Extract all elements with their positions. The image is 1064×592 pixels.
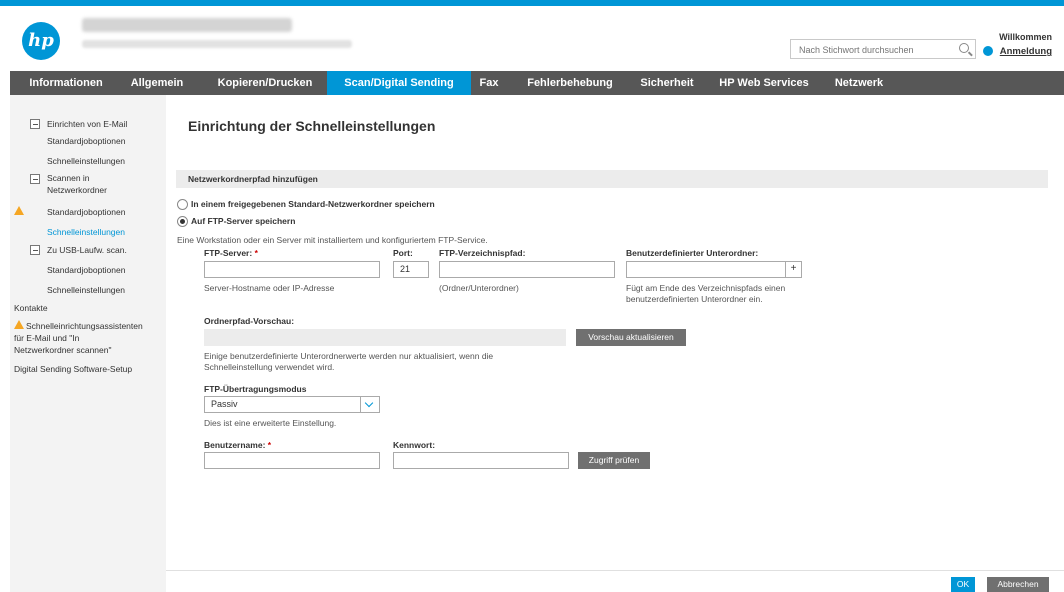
radio-ftp-server-label[interactable]: Auf FTP-Server speichern bbox=[191, 216, 295, 226]
ftp-server-field[interactable] bbox=[204, 261, 380, 278]
subfolder-hint-line2: benutzerdefinierten Unterordner ein. bbox=[626, 294, 763, 304]
sidebar-item-folder[interactable]: Scannen in bbox=[47, 172, 90, 184]
sidebar-item-folder-quick[interactable]: Schnelleinstellungen bbox=[47, 226, 125, 238]
port-label: Port: bbox=[393, 248, 413, 258]
sidebar-item-folder-line2[interactable]: Netzwerkordner bbox=[47, 184, 107, 196]
password-label: Kennwort: bbox=[393, 440, 436, 450]
radio-ftp-server[interactable] bbox=[177, 216, 188, 227]
tab-informationen[interactable]: Informationen bbox=[10, 71, 122, 95]
sidebar-item-usb-default[interactable]: Standardjoboptionen bbox=[47, 264, 125, 276]
transfer-mode-label: FTP-Übertragungsmodus bbox=[204, 384, 307, 394]
collapse-usb-icon[interactable] bbox=[30, 245, 40, 255]
add-subfolder-button[interactable]: + bbox=[785, 261, 801, 278]
ok-button[interactable]: OK bbox=[951, 577, 975, 592]
preview-note: Einige benutzerdefinierte Unterordnerwer… bbox=[204, 351, 494, 361]
ftp-path-field[interactable] bbox=[439, 261, 615, 278]
tab-sicherheit[interactable]: Sicherheit bbox=[627, 71, 707, 95]
subfolder-label: Benutzerdefinierter Unterordner: bbox=[626, 248, 759, 258]
sidebar-item-wizard-line2[interactable]: für E-Mail und "In bbox=[14, 332, 79, 344]
preview-label: Ordnerpfad-Vorschau: bbox=[204, 316, 295, 326]
sidebar-item-email-default[interactable]: Standardjoboptionen bbox=[47, 135, 125, 147]
tab-netzwerk[interactable]: Netzwerk bbox=[824, 71, 894, 95]
collapse-folder-icon[interactable] bbox=[30, 174, 40, 184]
sidebar-item-email-quick[interactable]: Schnelleinstellungen bbox=[47, 155, 125, 167]
radio-shared-folder[interactable] bbox=[177, 199, 188, 210]
subfolder-hint: Fügt am Ende des Verzeichnispfads einen bbox=[626, 283, 786, 293]
sidebar-item-usb[interactable]: Zu USB-Laufw. scan. bbox=[47, 244, 127, 256]
verify-access-button[interactable]: Zugriff prüfen bbox=[578, 452, 650, 469]
tab-scan-digital-sending[interactable]: Scan/Digital Sending bbox=[327, 71, 471, 95]
tab-fax[interactable]: Fax bbox=[472, 71, 506, 95]
main-nav: Informationen Allgemein Kopieren/Drucken… bbox=[10, 71, 1064, 95]
collapse-email-icon[interactable] bbox=[30, 119, 40, 129]
radio-shared-folder-label[interactable]: In einem freigegebenen Standard-Netzwerk… bbox=[191, 199, 435, 209]
refresh-preview-button[interactable]: Vorschau aktualisieren bbox=[576, 329, 686, 346]
search-input[interactable] bbox=[797, 41, 951, 59]
footer-divider bbox=[166, 570, 1064, 571]
sidebar-item-folder-default[interactable]: Standardjoboptionen bbox=[47, 206, 125, 218]
transfer-mode-select[interactable]: Passiv bbox=[204, 396, 380, 413]
sidebar-item-usb-quick[interactable]: Schnelleinstellungen bbox=[47, 284, 125, 296]
search-icon[interactable] bbox=[959, 43, 969, 53]
warning-icon bbox=[14, 320, 24, 329]
port-field[interactable]: 21 bbox=[393, 261, 429, 278]
page-title: Einrichtung der Schnelleinstellungen bbox=[188, 118, 436, 134]
sidebar-item-wizard[interactable]: Schnelleinrichtungsassistenten bbox=[26, 320, 143, 332]
server-hint: Server-Hostname oder IP-Adresse bbox=[204, 283, 335, 293]
welcome-text: Willkommen bbox=[999, 32, 1052, 42]
username-label: Benutzername: * bbox=[204, 440, 272, 450]
chevron-down-icon[interactable] bbox=[360, 397, 379, 412]
tab-hp-web-services[interactable]: HP Web Services bbox=[714, 71, 814, 95]
tab-kopieren-drucken[interactable]: Kopieren/Drucken bbox=[204, 71, 326, 95]
user-icon bbox=[983, 46, 993, 56]
folder-path-preview bbox=[204, 329, 566, 346]
login-link[interactable]: Anmeldung bbox=[1000, 46, 1052, 57]
cancel-button[interactable]: Abbrechen bbox=[987, 577, 1049, 592]
username-field[interactable] bbox=[204, 452, 380, 469]
tab-allgemein[interactable]: Allgemein bbox=[122, 71, 192, 95]
header: hp Willkommen Anmeldung bbox=[0, 6, 1064, 68]
search-box[interactable] bbox=[790, 39, 976, 59]
warning-icon bbox=[14, 206, 24, 215]
preview-note-line2: Schnelleinstellung verwendet wird. bbox=[204, 362, 335, 372]
sidebar-item-wizard-line3[interactable]: Netzwerkordner scannen" bbox=[14, 344, 112, 356]
sidebar-item-contacts[interactable]: Kontakte bbox=[14, 302, 48, 314]
ftp-description: Eine Workstation oder ein Server mit ins… bbox=[177, 235, 488, 245]
section-title: Netzwerkordnerpfad hinzufügen bbox=[188, 174, 318, 184]
ftp-path-label: FTP-Verzeichnispfad: bbox=[439, 248, 526, 258]
transfer-mode-note: Dies ist eine erweiterte Einstellung. bbox=[204, 418, 337, 428]
device-title-redacted bbox=[82, 18, 292, 32]
ftp-server-label: FTP-Server: * bbox=[204, 248, 258, 258]
hp-logo: hp bbox=[22, 22, 60, 60]
transfer-mode-value: Passiv bbox=[211, 399, 238, 409]
subfolder-field[interactable] bbox=[626, 261, 802, 278]
sidebar-item-dss[interactable]: Digital Sending Software-Setup bbox=[14, 363, 132, 375]
device-subtitle-redacted bbox=[82, 40, 352, 48]
password-field[interactable] bbox=[393, 452, 569, 469]
sidebar-item-email-setup[interactable]: Einrichten von E-Mail bbox=[47, 118, 127, 130]
tab-fehlerbehebung[interactable]: Fehlerbehebung bbox=[516, 71, 624, 95]
path-hint: (Ordner/Unterordner) bbox=[439, 283, 519, 293]
